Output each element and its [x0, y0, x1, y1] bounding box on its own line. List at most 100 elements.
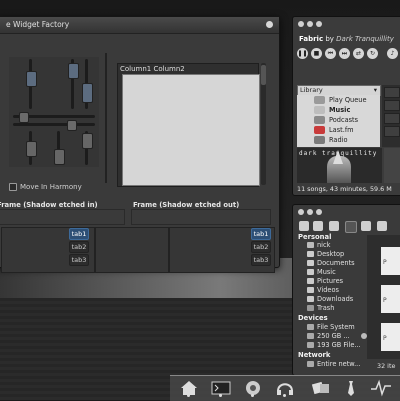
tab-1[interactable]: tab1 [251, 228, 271, 240]
dock-home-icon[interactable] [178, 379, 200, 397]
slider-thumb[interactable] [82, 83, 93, 103]
sidebar-item-label: 250 GB ... [317, 332, 350, 340]
search-icon[interactable] [377, 221, 387, 231]
next-icon[interactable]: ⏭ [339, 48, 350, 59]
minimize-icon[interactable] [307, 209, 313, 215]
browser-row[interactable] [384, 126, 400, 137]
volume-icon[interactable]: ♪ [387, 48, 398, 59]
music-icon [314, 106, 325, 114]
tree-body[interactable] [122, 74, 260, 186]
tab-1[interactable]: tab1 [69, 228, 89, 240]
slider-thumb[interactable] [67, 120, 77, 131]
slider-thumb[interactable] [19, 112, 29, 123]
previous-icon[interactable]: ⏮ [325, 48, 336, 59]
dock-terminal-icon[interactable] [210, 379, 232, 397]
sidebar-item-documents[interactable]: Documents [307, 259, 355, 267]
close-icon[interactable] [266, 21, 273, 28]
file-thumbnail[interactable]: P [381, 285, 400, 313]
by-label: by [325, 35, 334, 43]
sidebar-item-label: Trash [317, 304, 335, 312]
library-item-radio[interactable]: Radio [297, 135, 380, 145]
window-title: e Widget Factory [0, 17, 279, 34]
dock-settings-icon[interactable] [340, 379, 362, 397]
notebook-tabs: tab1 tab2 tab3 [69, 228, 89, 267]
running-indicator [219, 394, 222, 397]
tab-3[interactable]: tab3 [251, 254, 271, 266]
tab-2[interactable]: tab2 [69, 241, 89, 253]
slider-thumb[interactable] [26, 141, 37, 157]
sidebar-item-label: Music [317, 268, 336, 276]
browser-row[interactable] [384, 113, 400, 124]
drive-icon [307, 324, 314, 330]
sidebar-item-videos[interactable]: Videos [307, 286, 339, 294]
maximize-icon[interactable] [316, 209, 322, 215]
dock-monitor-icon[interactable] [370, 379, 392, 397]
vertical-slider[interactable] [54, 131, 65, 165]
library-item-podcasts[interactable]: Podcasts [297, 115, 380, 125]
sidebar-item-downloads[interactable]: Downloads [307, 295, 353, 303]
vertical-slider[interactable] [26, 131, 37, 165]
library-item-lastfm[interactable]: Last.fm [297, 125, 380, 135]
browser-row[interactable] [384, 87, 400, 98]
library-item-play-queue[interactable]: Play Queue [297, 95, 380, 105]
view-icon[interactable] [329, 221, 339, 231]
tree-header[interactable]: Column1 Column2 [118, 64, 258, 74]
tab-2[interactable]: tab2 [251, 241, 271, 253]
stop-icon[interactable]: ■ [311, 48, 322, 59]
slider-thumb[interactable] [68, 63, 79, 79]
sidebar-item-pictures[interactable]: Pictures [307, 277, 343, 285]
artist-name: Dark Tranquillity [336, 35, 394, 43]
zoom-icon[interactable] [345, 221, 357, 233]
minimize-icon[interactable] [307, 21, 313, 27]
maximize-icon[interactable] [316, 21, 322, 27]
dock-music-icon[interactable] [274, 379, 296, 397]
sidebar-item-trash[interactable]: Trash [307, 304, 334, 312]
horizontal-slider[interactable] [13, 120, 95, 131]
home-icon [307, 242, 314, 248]
close-icon[interactable] [298, 21, 304, 27]
dock-browser-icon[interactable] [242, 379, 264, 397]
tree-view[interactable]: Column1 Column2 [117, 63, 260, 187]
vertical-slider[interactable] [26, 59, 37, 109]
tab-3[interactable]: tab3 [69, 254, 89, 266]
pause-icon[interactable]: ❚❚ [297, 48, 308, 59]
sidebar-item-desktop[interactable]: Desktop [307, 250, 344, 258]
vertical-slider[interactable] [68, 59, 79, 109]
vertical-slider[interactable] [82, 131, 93, 165]
podcast-icon [314, 116, 325, 124]
browser-row[interactable] [384, 100, 400, 111]
slider-thumb[interactable] [82, 133, 93, 149]
file-thumbnail[interactable]: P [381, 247, 400, 275]
slider-thumb[interactable] [26, 71, 37, 87]
scrollbar[interactable] [261, 63, 266, 185]
move-in-harmony-checkbox[interactable]: Move In Harmony [9, 183, 82, 191]
sidebar-item-music[interactable]: Music [307, 268, 336, 276]
shuffle-icon[interactable]: ⇄ [353, 48, 364, 59]
file-view[interactable]: P P P [367, 235, 400, 359]
file-thumbnail[interactable]: P [381, 323, 400, 351]
sidebar-item-entire-network[interactable]: Entire netw... [307, 360, 360, 368]
sidebar-item-label: Videos [317, 286, 339, 294]
sidebar-item-file-system[interactable]: File System [307, 323, 355, 331]
library-item-music[interactable]: Music [297, 105, 380, 115]
library-item-label: Radio [329, 136, 348, 144]
library-list: Play Queue Music Podcasts Last.fm Radio [297, 95, 380, 147]
sidebar-item-label: Desktop [317, 250, 345, 258]
scrollbar-thumb[interactable] [261, 65, 266, 85]
slider-thumb[interactable] [54, 149, 65, 165]
horizontal-slider[interactable] [13, 112, 95, 123]
sidebar-item-nick[interactable]: nick [307, 241, 330, 249]
back-icon[interactable] [299, 221, 309, 231]
checkbox-box[interactable] [9, 183, 17, 191]
dock-games-icon[interactable] [310, 379, 332, 397]
player-status: 11 songs, 43 minutes, 59.6 M [297, 185, 392, 193]
forward-icon[interactable] [313, 221, 323, 231]
vertical-scale[interactable] [101, 53, 111, 183]
sidebar-item-193gb[interactable]: 193 GB File... [307, 341, 361, 349]
vertical-slider[interactable] [82, 59, 93, 109]
music-player-window: Fabric by Dark Tranquillity ❚❚ ■ ⏮ ⏭ ⇄ ↻… [292, 16, 400, 196]
repeat-icon[interactable]: ↻ [367, 48, 378, 59]
sidebar-item-250gb[interactable]: 250 GB ... [307, 332, 367, 340]
document-icon[interactable] [361, 221, 371, 231]
close-icon[interactable] [298, 209, 304, 215]
